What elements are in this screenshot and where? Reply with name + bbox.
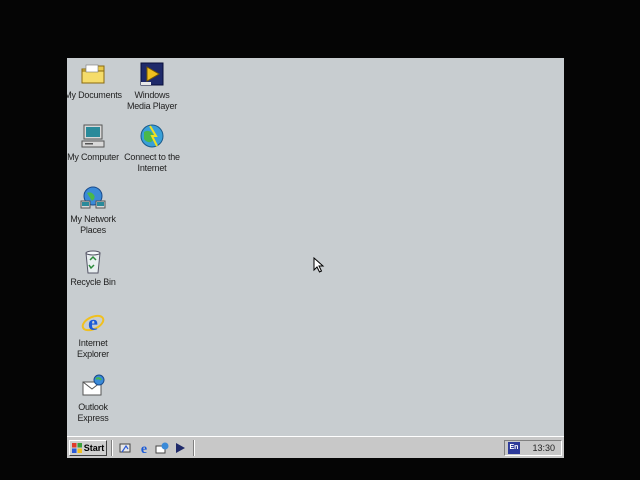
language-indicator[interactable]: En (508, 442, 520, 454)
folder-icon (81, 64, 105, 84)
desktop-icon-label: Internet Explorer (77, 338, 109, 359)
internet-explorer-icon: e (81, 310, 105, 335)
desktop-icon-label: My Network Places (70, 214, 116, 235)
desktop-icon-label: Windows Media Player (126, 90, 178, 111)
desktop-icon-label: Outlook Express (77, 402, 109, 423)
system-tray: En 13:30 (504, 440, 562, 456)
mouse-cursor-icon (313, 257, 325, 273)
taskbar: Start e En 13:30 (67, 436, 564, 458)
taskbar-separator (111, 440, 113, 456)
desktop-icon-windows-media-player[interactable]: Windows Media Player (123, 60, 181, 112)
desktop-icon-my-network-places[interactable]: My Network Places (67, 184, 122, 236)
desktop-icon-internet-explorer[interactable]: e Internet Explorer (67, 308, 122, 360)
desktop-icon-my-documents[interactable]: My Documents (67, 60, 122, 101)
desktop-icon-outlook-express[interactable]: Outlook Express (67, 372, 122, 424)
computer-icon (81, 124, 105, 148)
start-button[interactable]: Start (69, 440, 107, 456)
desktop-icon-label: My Computer (67, 152, 119, 162)
internet-explorer-icon[interactable]: e (137, 441, 151, 455)
network-icon (80, 186, 106, 209)
desktop-icon-label: Recycle Bin (70, 277, 116, 287)
desktop-icon-label: Connect to the Internet (124, 152, 180, 173)
windows-logo-icon (71, 443, 82, 453)
recycle-bin-icon (85, 250, 101, 274)
svg-text:e: e (141, 442, 147, 455)
desktop-icon-label: My Documents (67, 90, 122, 100)
taskbar-separator (193, 440, 195, 456)
outlook-express-icon[interactable] (155, 441, 169, 455)
start-label: Start (83, 443, 105, 453)
media-player-icon[interactable] (173, 441, 187, 455)
connect-globe-icon (140, 124, 164, 148)
outlook-express-icon (82, 374, 105, 396)
media-player-icon (140, 62, 164, 86)
desktop-icon-my-computer[interactable]: My Computer (67, 122, 122, 163)
desktop-icon-recycle-bin[interactable]: Recycle Bin (67, 247, 122, 288)
svg-text:e: e (88, 310, 98, 335)
desktop-screen: My Documents Windows Media Player My Com… (67, 58, 564, 458)
show-desktop-icon[interactable] (119, 441, 133, 455)
desktop-icon-connect-to-the-internet[interactable]: Connect to the Internet (123, 122, 181, 174)
clock[interactable]: 13:30 (532, 442, 555, 455)
